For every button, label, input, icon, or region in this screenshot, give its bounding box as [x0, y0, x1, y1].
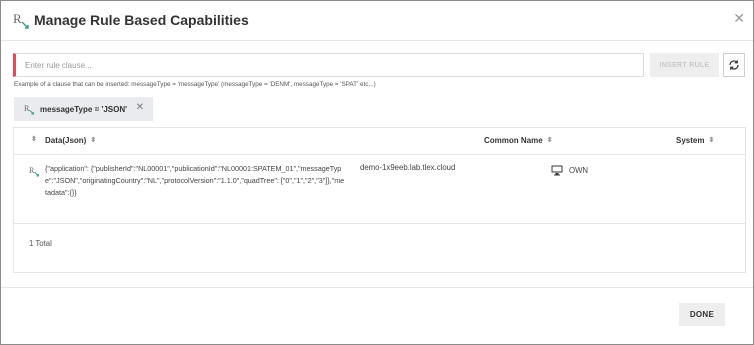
rule-logo-icon: R: [29, 166, 39, 177]
table-header: ⬍ Data(Json) ⬍ Common Name ⬍ System ⬍: [14, 128, 745, 155]
column-label: Common Name: [484, 136, 543, 145]
column-label: Data(Json): [45, 136, 87, 145]
sort-icon: ⬍: [708, 137, 715, 144]
dialog-header: R Manage Rule Based Capabilities ✕: [1, 1, 753, 41]
remove-chip-icon[interactable]: ✕: [136, 102, 144, 113]
footer-divider: [1, 287, 753, 288]
sort-icon: ⬍: [90, 137, 97, 144]
monitor-icon: [551, 165, 563, 176]
column-header-data-json[interactable]: Data(Json) ⬍: [45, 136, 96, 145]
done-button[interactable]: DONE: [679, 303, 725, 326]
manage-rules-dialog: R Manage Rule Based Capabilities ✕ INSER…: [0, 0, 754, 345]
rule-chip: R messageType = 'JSON' ✕: [14, 97, 153, 121]
refresh-button[interactable]: [723, 53, 745, 77]
sort-icon: ⬍: [31, 136, 37, 143]
refresh-icon: [729, 60, 739, 70]
total-count: 1 Total: [29, 239, 52, 248]
cell-data-json: {"application": {"publisherId":"NL00001"…: [45, 164, 345, 197]
svg-text:R: R: [13, 11, 22, 26]
rule-clause-input[interactable]: [16, 54, 643, 76]
cell-system: OWN: [551, 165, 588, 176]
svg-text:R: R: [29, 166, 35, 175]
capabilities-table: ⬍ Data(Json) ⬍ Common Name ⬍ System ⬍ R …: [13, 127, 746, 273]
dialog-title: Manage Rule Based Capabilities: [34, 12, 249, 28]
insert-rule-button[interactable]: INSERT RULE: [650, 53, 719, 77]
svg-text:R: R: [24, 104, 30, 113]
table-row[interactable]: R {"application": {"publisherId":"NL0000…: [14, 156, 745, 224]
example-hint: Example of a clause that can be inserted…: [14, 81, 376, 88]
chip-label: messageType = 'JSON': [40, 104, 128, 114]
cell-common-name: demo-1x9eeb.lab.tlex.cloud: [360, 163, 456, 172]
column-header-system[interactable]: System ⬍: [676, 136, 714, 145]
close-icon[interactable]: ✕: [733, 10, 745, 26]
select-all-sort[interactable]: ⬍: [31, 136, 37, 143]
column-label: System: [676, 136, 705, 145]
system-label: OWN: [569, 166, 589, 175]
column-header-common-name[interactable]: Common Name ⬍: [484, 136, 553, 145]
rule-logo-icon: R: [24, 104, 34, 115]
sort-icon: ⬍: [546, 137, 553, 144]
rule-logo-icon: R: [13, 11, 29, 29]
rule-clause-field: [13, 53, 644, 77]
